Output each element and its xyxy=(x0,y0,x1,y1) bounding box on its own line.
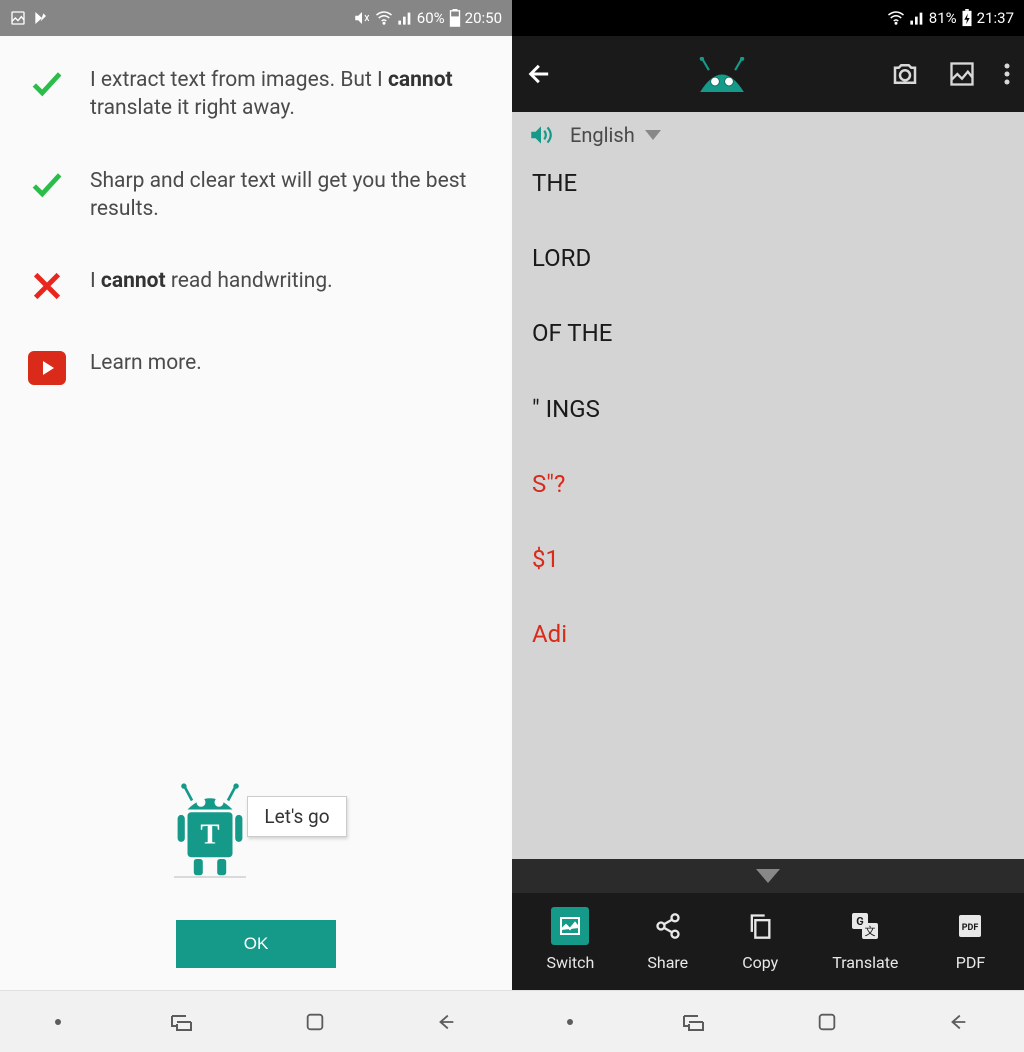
copy-label: Copy xyxy=(742,953,778,972)
signal-icon xyxy=(397,10,413,26)
chevron-down-icon xyxy=(756,869,780,883)
robot-logo-icon xyxy=(687,57,757,92)
switch-button[interactable]: Switch xyxy=(547,907,595,972)
text-line: Adi xyxy=(532,619,1004,650)
result-screen: 81% 21:37 English THELORDOF THE" INGSS xyxy=(512,0,1024,1052)
svg-text:T: T xyxy=(201,819,220,851)
image-icon xyxy=(10,10,26,26)
system-nav-bar xyxy=(0,990,512,1052)
dropdown-icon xyxy=(645,130,661,140)
collapse-handle[interactable] xyxy=(512,859,1024,893)
pdf-button[interactable]: PDF PDF xyxy=(951,907,989,972)
robot-mascot-icon: T xyxy=(165,782,255,882)
language-selector[interactable]: English xyxy=(570,123,661,147)
back-button[interactable] xyxy=(947,1011,969,1033)
clock: 21:37 xyxy=(977,9,1014,27)
play-marker-icon xyxy=(32,10,48,26)
gallery-button[interactable] xyxy=(948,60,976,88)
svg-text:文: 文 xyxy=(865,924,876,938)
text-line: S"? xyxy=(532,469,1004,500)
feature-row[interactable]: Learn more. xyxy=(28,349,484,387)
clock: 20:50 xyxy=(465,9,502,27)
check-icon xyxy=(28,167,66,205)
language-bar: English xyxy=(512,112,1024,158)
ok-button[interactable]: OK xyxy=(176,920,336,968)
home-button[interactable] xyxy=(816,1011,838,1033)
mascot-area: T Let's go xyxy=(0,782,512,882)
extracted-text-area[interactable]: THE LORD OF THE " INGS S"? $1 Adi xyxy=(512,158,1024,859)
text-line: OF THE xyxy=(532,318,1004,349)
feature-text: I cannot read handwriting. xyxy=(90,267,333,295)
back-button[interactable] xyxy=(435,1011,457,1033)
menu-button[interactable] xyxy=(1004,62,1010,86)
cross-icon xyxy=(30,269,64,303)
copy-icon xyxy=(746,912,774,940)
battery-pct: 60% xyxy=(417,9,445,27)
recent-apps-button[interactable] xyxy=(682,1012,706,1032)
check-icon xyxy=(28,66,66,104)
switch-label: Switch xyxy=(547,953,595,972)
mute-icon xyxy=(353,9,371,27)
wifi-icon xyxy=(887,9,905,27)
bottom-action-bar: Switch Share Copy G文 Translate PDF PDF xyxy=(512,893,1024,990)
text-line: $1 xyxy=(532,544,1004,575)
language-label: English xyxy=(570,123,635,147)
onboarding-screen: 60% 20:50 I extract text from images. Bu… xyxy=(0,0,512,1052)
pdf-icon: PDF xyxy=(955,911,985,941)
lets-go-button[interactable]: Let's go xyxy=(247,796,346,837)
text-line: THE xyxy=(532,168,1004,199)
app-bar xyxy=(512,36,1024,112)
battery-pct: 81% xyxy=(929,9,957,27)
text-line: LORD xyxy=(532,243,1004,274)
feature-text: Sharp and clear text will get you the be… xyxy=(90,167,484,224)
feature-row: I cannot read handwriting. xyxy=(28,267,484,305)
share-label: Share xyxy=(647,953,688,972)
signal-icon xyxy=(909,10,925,26)
battery-charging-icon xyxy=(961,9,973,27)
share-button[interactable]: Share xyxy=(647,907,688,972)
recent-apps-button[interactable] xyxy=(170,1012,194,1032)
feature-row: I extract text from images. But I cannot… xyxy=(28,66,484,123)
home-button[interactable] xyxy=(304,1011,326,1033)
translate-icon: G文 xyxy=(850,911,880,941)
camera-button[interactable] xyxy=(890,59,920,89)
pdf-label: PDF xyxy=(956,953,985,972)
translate-label: Translate xyxy=(832,953,898,972)
feature-row: Sharp and clear text will get you the be… xyxy=(28,167,484,224)
youtube-icon xyxy=(28,351,66,385)
copy-button[interactable]: Copy xyxy=(741,907,779,972)
feature-text: Learn more. xyxy=(90,349,202,377)
status-bar: 60% 20:50 xyxy=(0,0,512,36)
share-icon xyxy=(654,912,682,940)
speaker-button[interactable] xyxy=(528,122,554,148)
wifi-icon xyxy=(375,9,393,27)
nav-indicator-icon xyxy=(567,1019,573,1025)
system-nav-bar xyxy=(512,990,1024,1052)
battery-icon xyxy=(449,9,461,27)
image-icon xyxy=(558,914,582,938)
text-line: " INGS xyxy=(532,394,1004,425)
feature-text: I extract text from images. But I cannot… xyxy=(90,66,484,123)
nav-indicator-icon xyxy=(55,1019,61,1025)
status-bar: 81% 21:37 xyxy=(512,0,1024,36)
translate-button[interactable]: G文 Translate xyxy=(832,907,898,972)
svg-text:PDF: PDF xyxy=(962,923,979,933)
back-arrow-button[interactable] xyxy=(526,60,554,88)
